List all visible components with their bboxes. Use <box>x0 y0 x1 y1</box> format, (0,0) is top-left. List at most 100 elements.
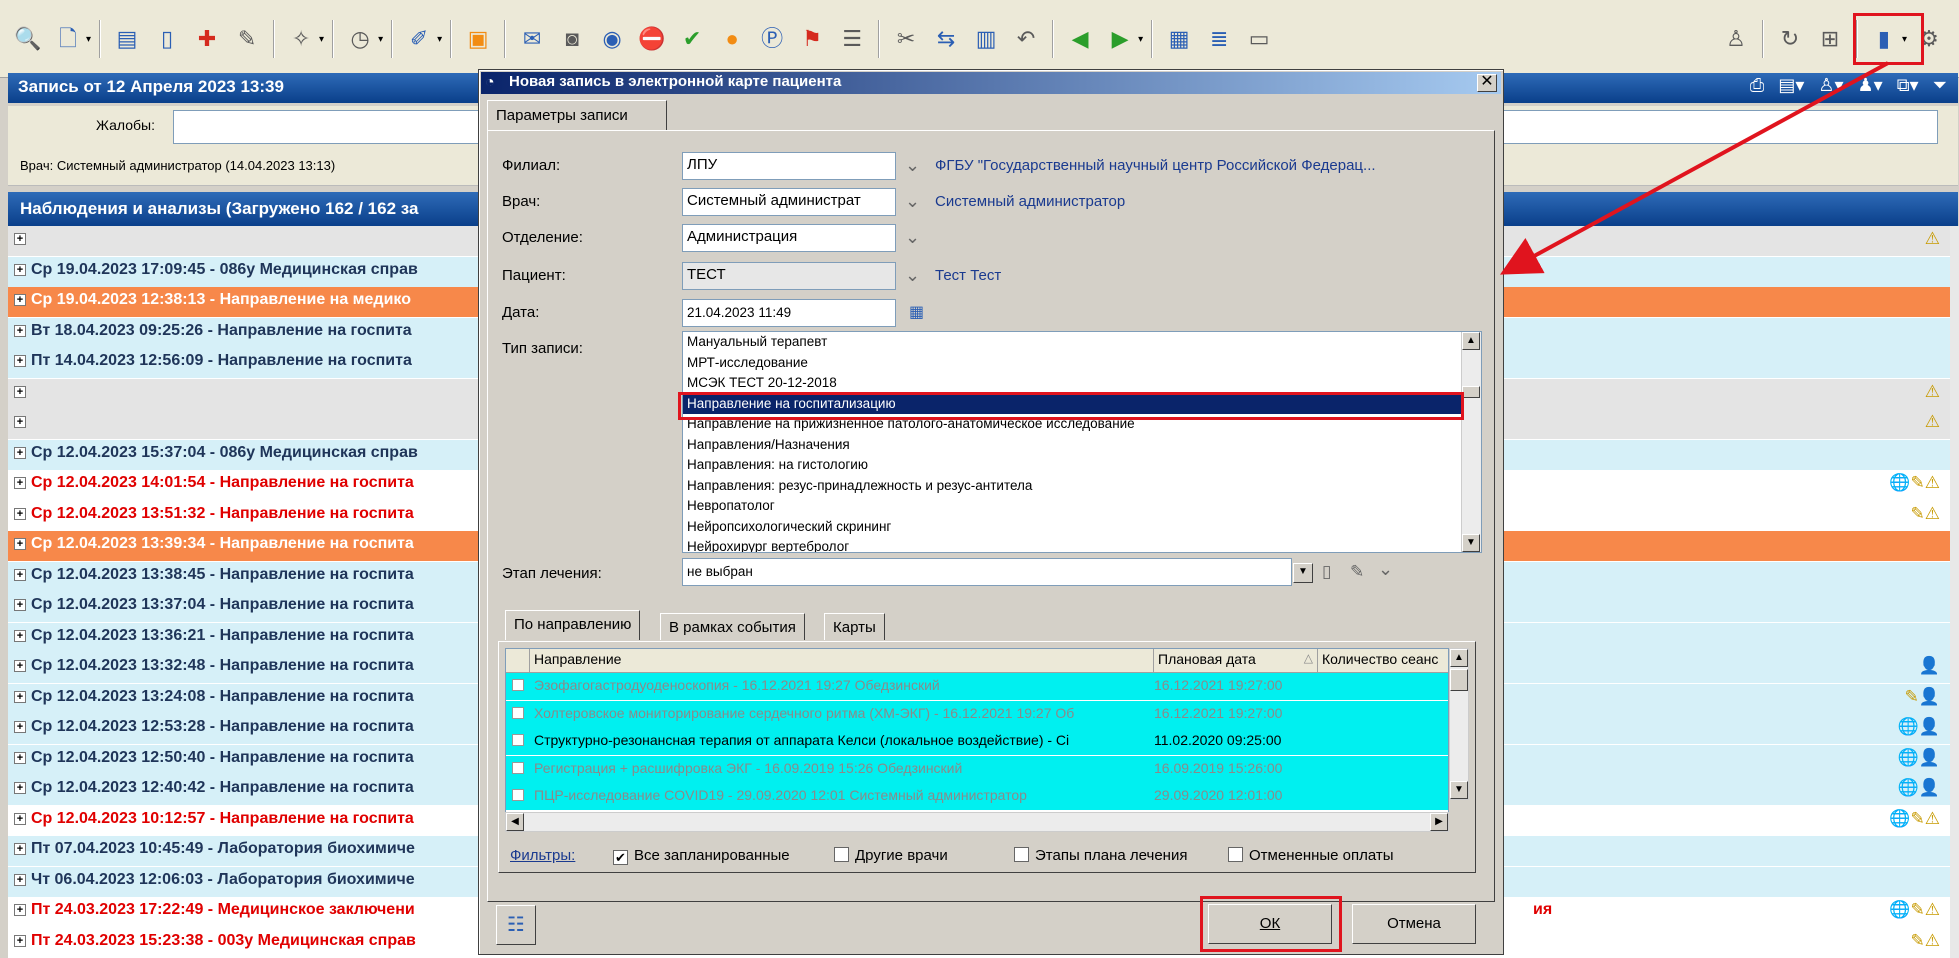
expand-icon[interactable]: + <box>14 538 26 550</box>
record-type-option[interactable]: Нейрохирург вертебролог <box>683 537 1481 552</box>
doctor-dropdown-icon[interactable]: ⌄ <box>905 191 920 212</box>
stage-doc-icon[interactable]: ▯ <box>1322 562 1331 582</box>
tab-by-referral[interactable]: По направлению <box>505 610 641 640</box>
expand-icon[interactable]: + <box>14 782 26 794</box>
grid-row[interactable]: ПЦР-исследование COVID19 - 29.09.2020 12… <box>506 783 1448 810</box>
document-icon[interactable]: 🗋 <box>50 21 86 57</box>
expand-icon[interactable]: + <box>14 660 26 672</box>
grid-head-referral[interactable]: Направление <box>530 649 1154 673</box>
grid-head-session-count[interactable]: Количество сеанс <box>1318 649 1448 673</box>
expand-icon[interactable]: + <box>14 263 26 276</box>
record-type-option[interactable]: Невропатолог <box>683 496 1481 517</box>
doctor-input[interactable]: Системный администрат <box>682 188 896 216</box>
scroll-down-icon[interactable]: ▼ <box>1462 534 1480 552</box>
record-type-option[interactable]: Направления: на гистологию <box>683 455 1481 476</box>
department-dropdown-icon[interactable]: ⌄ <box>905 227 920 248</box>
expand-icon[interactable]: + <box>14 934 26 947</box>
clipboard-icon[interactable]: ▥ <box>968 21 1004 57</box>
stage-dropdown-icon[interactable]: ▼ <box>1293 563 1313 583</box>
calc-icon[interactable]: ▦ <box>1161 21 1197 57</box>
expand-icon[interactable]: + <box>14 751 26 764</box>
record-type-option[interactable]: Направление на госпитализацию <box>683 393 1481 414</box>
grid-scroll-right-icon[interactable]: ▶ <box>1430 813 1448 831</box>
patient-link[interactable]: Тест Тест <box>935 267 1001 284</box>
expand-icon[interactable]: + <box>14 385 26 398</box>
grid-row[interactable]: Эзофагогастродуоденоскопия - 16.12.2021 … <box>506 673 1448 700</box>
edit-list-icon[interactable]: ☰ <box>834 21 870 57</box>
clock-icon[interactable]: ◷ <box>342 21 378 57</box>
expand-icon[interactable]: + <box>14 568 26 581</box>
tree-view-icon[interactable]: ⊞ <box>1812 21 1848 57</box>
row-checkbox[interactable] <box>512 761 524 774</box>
flag-icon[interactable]: ⚑ <box>794 21 830 57</box>
tree-icon[interactable]: ▤ <box>109 21 145 57</box>
grid-row[interactable]: Регистрация + расшифровка ЭКГ - 16.09.20… <box>506 755 1448 783</box>
edit-icon[interactable]: ✎ <box>229 21 265 57</box>
mail-icon[interactable]: ✉ <box>514 21 550 57</box>
grid-scroll-up-icon[interactable]: ▲ <box>1450 649 1468 667</box>
grid-vertical-scrollbar[interactable]: ▲ ▼ <box>1449 648 1469 800</box>
record-type-option[interactable]: Мануальный терапевт <box>683 332 1481 353</box>
expand-icon[interactable]: + <box>14 812 26 825</box>
page-plus-icon[interactable]: ✚ <box>189 21 225 57</box>
record-type-list[interactable]: Мануальный терапевт МРТ-исследование МСЭК … <box>682 331 1482 553</box>
scroll-thumb[interactable] <box>1462 386 1480 398</box>
cancel-button[interactable]: Отмена <box>1352 904 1476 944</box>
expand-icon[interactable]: + <box>14 477 26 489</box>
calendar-icon[interactable]: ▦ <box>909 302 924 322</box>
scroll-up-icon[interactable]: ▲ <box>1462 332 1480 350</box>
expand-icon[interactable]: + <box>14 843 26 855</box>
grid-horizontal-scrollbar[interactable]: ◀ ▶ <box>505 812 1449 832</box>
record-type-scrollbar[interactable]: ▲ ▼ <box>1461 332 1481 552</box>
dialog-titlebar[interactable]: ◔ Новая запись в электронной карте пацие… <box>481 72 1501 94</box>
green-check-icon[interactable]: ✔ <box>674 21 710 57</box>
red-no-icon[interactable]: ⛔ <box>634 21 670 57</box>
patient-dropdown-icon[interactable]: ⌄ <box>905 265 920 286</box>
page-icon[interactable]: ▯ <box>149 21 185 57</box>
grid-scroll-down-icon[interactable]: ▼ <box>1450 781 1468 799</box>
arrow-right-icon[interactable]: ▶ <box>1102 21 1138 57</box>
camera-icon[interactable]: ◙ <box>554 21 590 57</box>
row-checkbox[interactable] <box>512 789 524 801</box>
filters-link[interactable]: Фильтры: <box>510 847 575 864</box>
gear-icon[interactable]: ⚙ <box>1911 21 1947 57</box>
user-search-icon[interactable]: 🔍 <box>10 21 46 57</box>
close-button[interactable]: ✕ <box>1477 74 1497 92</box>
record-type-option[interactable]: Нейропсихологический скрининг <box>683 517 1481 538</box>
expand-icon[interactable]: + <box>14 599 26 611</box>
grid-scroll-thumb[interactable] <box>1450 669 1468 691</box>
row-checkbox[interactable] <box>512 679 524 691</box>
tab-record-params[interactable]: Параметры записи <box>487 100 667 130</box>
department-input[interactable]: Администрация <box>682 224 896 252</box>
row-checkbox[interactable] <box>512 734 524 746</box>
expand-icon[interactable]: + <box>14 507 26 520</box>
wand-icon[interactable]: ✧ <box>283 21 319 57</box>
filter-icon[interactable]: ⏷ <box>1933 75 1947 96</box>
grid-row[interactable]: Холтеровское мониторирование сердечного … <box>506 700 1448 728</box>
date-input[interactable]: 21.04.2023 11:49 <box>682 299 896 327</box>
branch-input[interactable]: ЛПУ <box>682 152 896 180</box>
ok-button[interactable]: ОК <box>1208 904 1332 944</box>
expand-icon[interactable]: + <box>14 446 26 459</box>
scissors-icon[interactable]: ✂ <box>888 21 924 57</box>
person-icon[interactable]: ♙ <box>1718 21 1754 57</box>
record-type-option[interactable]: МРТ-исследование <box>683 353 1481 374</box>
undo-icon[interactable]: ↶ <box>1008 21 1044 57</box>
tab-cards[interactable]: Карты <box>824 613 885 640</box>
expand-icon[interactable]: + <box>14 629 26 642</box>
stamp-plus-icon[interactable]: ▣ <box>460 21 496 57</box>
filter-all-planned[interactable]: ✔ Все запланированные <box>613 847 790 865</box>
eye-icon[interactable]: ◉ <box>594 21 630 57</box>
list-icon[interactable]: ≣ <box>1201 21 1237 57</box>
stage-chevron-icon[interactable]: ⌄ <box>1378 559 1393 580</box>
paint-icon[interactable]: ✐ <box>401 21 437 57</box>
expand-icon[interactable]: + <box>14 355 26 367</box>
expand-icon[interactable]: + <box>14 721 26 733</box>
expand-icon[interactable]: + <box>14 324 26 337</box>
record-type-option[interactable]: Направления: резус-принадлежность и резу… <box>683 476 1481 497</box>
row-checkbox[interactable] <box>512 706 524 719</box>
stage-edit-icon[interactable]: ✎ <box>1350 562 1364 582</box>
filter-other-doctors[interactable]: Другие врачи <box>834 847 948 864</box>
filter-plan-stages[interactable]: Этапы плана лечения <box>1014 847 1187 864</box>
record-type-option[interactable]: Направления/Назначения <box>683 435 1481 456</box>
